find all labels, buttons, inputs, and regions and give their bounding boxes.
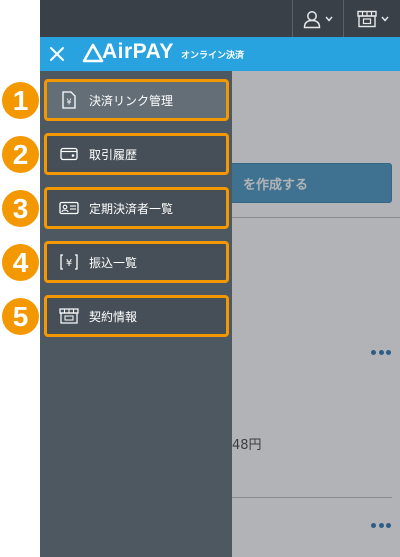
menu-item-recurring-payers[interactable]: 定期決済者一覧 xyxy=(44,187,229,229)
user-icon xyxy=(303,10,321,28)
svg-text:¥: ¥ xyxy=(66,258,72,269)
brand-subtitle: オンライン決済 xyxy=(181,51,245,61)
side-drawer: ¥ 決済リンク管理 取引履歴 定期決済者一覧 ¥ 振込一覧 契約情報 xyxy=(40,71,232,557)
callout-number-2: 2 xyxy=(2,136,39,173)
brand-name: AirPAY xyxy=(102,40,174,63)
callout-number-1: 1 xyxy=(2,82,39,119)
user-menu-button[interactable] xyxy=(292,0,342,37)
menu-item-transfers[interactable]: ¥ 振込一覧 xyxy=(44,241,229,283)
chevron-down-icon xyxy=(325,16,333,22)
callout-number-5: 5 xyxy=(2,298,39,335)
menu-item-transaction-history[interactable]: 取引履歴 xyxy=(44,133,229,175)
menu-item-label: 決済リンク管理 xyxy=(89,93,174,108)
app-root: を作成する 48円 AirPAY オンライン決済 ¥ 決済リンク管理 取引履歴 … xyxy=(0,0,400,557)
yen-transfer-icon: ¥ xyxy=(59,253,79,271)
payment-link-icon: ¥ xyxy=(59,91,79,109)
brand-bar: AirPAY オンライン決済 xyxy=(40,37,400,71)
close-icon[interactable] xyxy=(47,44,67,64)
shop-contract-icon xyxy=(59,307,79,325)
top-header xyxy=(40,0,400,37)
menu-item-label: 取引履歴 xyxy=(89,147,138,162)
menu-item-label: 振込一覧 xyxy=(89,255,138,270)
svg-text:¥: ¥ xyxy=(66,98,71,107)
chevron-down-icon xyxy=(380,16,389,22)
menu-item-payment-links[interactable]: ¥ 決済リンク管理 xyxy=(44,79,229,121)
id-card-icon xyxy=(59,199,79,217)
store-menu-button[interactable] xyxy=(343,0,400,37)
callout-number-4: 4 xyxy=(2,244,39,281)
callout-number-3: 3 xyxy=(2,190,39,227)
menu-item-contract-info[interactable]: 契約情報 xyxy=(44,295,229,337)
wallet-icon xyxy=(59,145,79,163)
airpay-logo-icon xyxy=(82,43,104,63)
store-icon xyxy=(356,10,377,27)
menu-item-label: 契約情報 xyxy=(89,309,138,324)
menu-item-label: 定期決済者一覧 xyxy=(89,201,174,216)
